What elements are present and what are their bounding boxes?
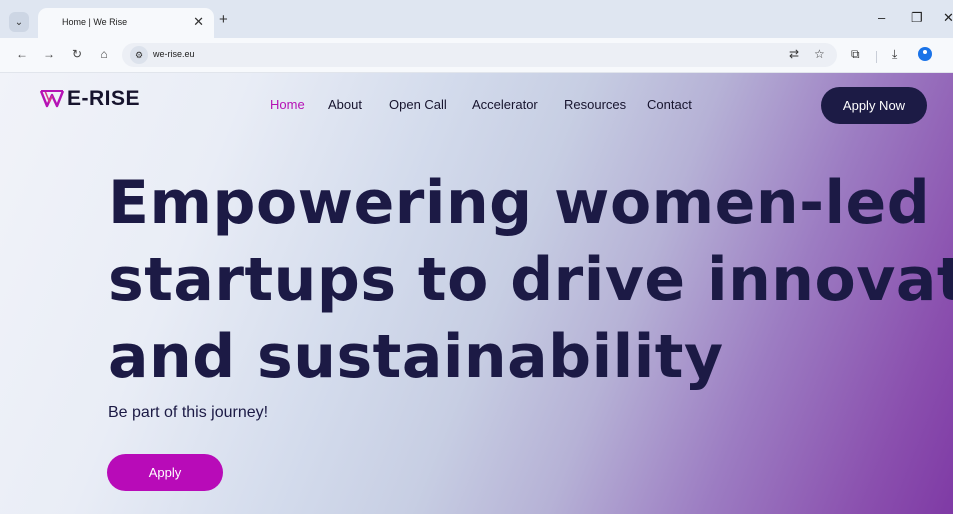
minimize-icon[interactable]: –: [878, 10, 885, 25]
we-rise-logo-mark-icon: [40, 90, 65, 108]
translate-icon[interactable]: ⇄: [789, 47, 799, 61]
browser-toolbar: ← → ↻ ⌂ ⚙ we-rise.eu ⇄ ☆ ⧉ ⤓: [0, 38, 953, 73]
hero-headline: Empowering women-led startups to drive i…: [108, 165, 953, 396]
nav-accelerator[interactable]: Accelerator: [472, 97, 538, 112]
forward-icon[interactable]: →: [41, 47, 57, 61]
browser-window: ⌄ Home | We Rise ✕ + – ❐ ✕ ← → ↻ ⌂ ⚙ we-…: [0, 0, 953, 514]
reload-icon[interactable]: ↻: [69, 47, 85, 61]
download-icon[interactable]: ⤓: [892, 47, 897, 62]
active-tab[interactable]: Home | We Rise ✕: [38, 8, 214, 38]
address-bar[interactable]: ⚙ we-rise.eu ⇄ ☆: [122, 43, 837, 67]
headline-line: startups to drive innovation: [108, 245, 953, 315]
hero-subheading: Be part of this journey!: [108, 404, 269, 421]
home-icon[interactable]: ⌂: [96, 47, 112, 61]
profile-avatar-icon[interactable]: [918, 47, 932, 61]
nav-home[interactable]: Home: [270, 97, 305, 112]
apply-button[interactable]: Apply: [107, 454, 223, 491]
nav-about[interactable]: About: [328, 97, 362, 112]
close-window-icon[interactable]: ✕: [943, 10, 953, 26]
tab-search-button[interactable]: ⌄: [9, 12, 29, 32]
extensions-icon[interactable]: ⧉: [851, 47, 860, 62]
logo-text: E-RISE: [67, 87, 141, 110]
restore-icon[interactable]: ❐: [911, 10, 923, 26]
nav-resources[interactable]: Resources: [564, 97, 626, 112]
site-info-icon[interactable]: ⚙: [130, 46, 148, 64]
tab-strip: ⌄ Home | We Rise ✕ + – ❐ ✕: [0, 0, 953, 38]
tab-close-icon[interactable]: ✕: [193, 14, 204, 30]
nav-contact[interactable]: Contact: [647, 97, 692, 112]
apply-now-button[interactable]: Apply Now: [821, 87, 927, 124]
new-tab-button[interactable]: +: [219, 11, 228, 28]
back-icon[interactable]: ←: [14, 47, 30, 61]
headline-line: and sustainability: [108, 322, 724, 392]
nav-open-call[interactable]: Open Call: [389, 97, 447, 112]
url-text[interactable]: we-rise.eu: [153, 49, 195, 59]
page-viewport: E-RISE Home About Open Call Accelerator …: [0, 73, 953, 514]
headline-line: Empowering women-led: [108, 168, 931, 238]
tab-title: Home | We Rise: [62, 17, 128, 27]
bookmark-star-icon[interactable]: ☆: [814, 47, 825, 61]
chevron-down-icon: ⌄: [14, 16, 24, 28]
site-logo[interactable]: E-RISE: [40, 87, 140, 111]
toolbar-divider: [876, 51, 877, 63]
